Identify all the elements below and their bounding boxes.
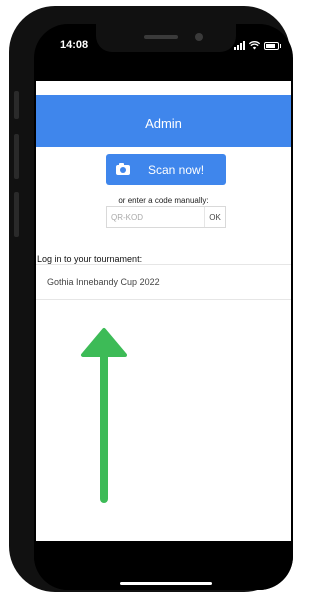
phone-frame: 14:08 Admin Scan now! or enter a code ma… [9,6,293,592]
scan-now-button[interactable]: Scan now! [106,154,226,185]
speaker-grille [144,35,178,39]
tournament-name: Gothia Innebandy Cup 2022 [47,277,160,287]
up-arrow-icon [81,328,127,503]
volume-up-button [14,134,19,179]
code-input-group: OK [106,206,226,228]
app-view: Admin Scan now! or enter a code manually… [36,81,291,541]
header-title: Admin [145,115,182,131]
code-input[interactable] [107,207,204,227]
login-label: Log in to your tournament: [37,254,143,264]
status-bar: 14:08 [34,24,293,79]
manual-code-hint: or enter a code manually: [118,196,209,205]
mute-switch [14,91,19,119]
tournament-list-item[interactable]: Gothia Innebandy Cup 2022 [36,264,291,300]
signal-icon [234,41,245,50]
notch [96,24,236,52]
phone-screen: 14:08 Admin Scan now! or enter a code ma… [34,24,293,590]
volume-down-button [14,192,19,237]
scan-now-label: Scan now! [148,162,205,177]
camera-icon [116,162,130,175]
home-indicator[interactable] [120,582,212,585]
ok-button[interactable]: OK [204,207,225,227]
status-time: 14:08 [60,39,89,51]
battery-icon [264,41,281,50]
wifi-icon [249,41,260,50]
status-icons [234,41,281,50]
front-camera [195,33,203,41]
admin-header: Admin [36,95,291,147]
